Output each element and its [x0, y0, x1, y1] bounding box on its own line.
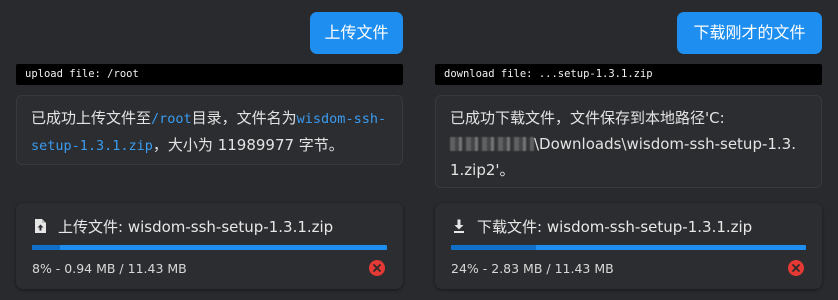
cancel-icon: [792, 264, 800, 272]
download-progress-card: 下载文件: wisdom-ssh-setup-1.3.1.zip 24% - 2…: [435, 203, 822, 289]
upload-panel: 上传文件 upload file: /root 已成功上传文件至/root目录，…: [0, 0, 410, 300]
transfer-title-text: 下载文件: wisdom-ssh-setup-1.3.1.zip: [477, 217, 753, 236]
download-panel: 下载刚才的文件 download file: ...setup-1.3.1.zi…: [419, 0, 829, 300]
download-progress-status: 24% - 2.83 MB / 11.43 MB: [451, 261, 614, 276]
upload-result-message: 已成功上传文件至/root目录，文件名为wisdom-ssh-setup-1.3…: [16, 95, 403, 165]
cancel-icon: [373, 264, 381, 272]
cancel-upload-button[interactable]: [369, 260, 385, 276]
app-root: 上传文件 upload file: /root 已成功上传文件至/root目录，…: [0, 0, 838, 300]
transfer-title: 上传文件: wisdom-ssh-setup-1.3.1.zip: [32, 215, 333, 237]
upload-progress-status: 8% - 0.94 MB / 11.43 MB: [32, 261, 187, 276]
upload-progress-card: 上传文件: wisdom-ssh-setup-1.3.1.zip 8% - 0.…: [16, 203, 403, 289]
download-icon: [451, 218, 467, 234]
message-text: 目录，文件名为: [191, 109, 297, 127]
upload-file-icon: [32, 218, 48, 234]
download-result-message: 已成功下载文件，文件保存到本地路径'C: \Downloads\wisdom-ss…: [435, 95, 822, 188]
transfer-title-text: 上传文件: wisdom-ssh-setup-1.3.1.zip: [58, 217, 334, 236]
download-progress-fill: [451, 245, 537, 250]
upload-file-button[interactable]: 上传文件: [310, 12, 403, 54]
download-progress-bar: [451, 245, 806, 250]
redacted-path: [450, 137, 534, 151]
download-file-button[interactable]: 下载刚才的文件: [677, 12, 822, 54]
transfer-title: 下载文件: wisdom-ssh-setup-1.3.1.zip: [451, 215, 752, 237]
upload-command-bar: upload file: /root: [16, 64, 403, 85]
upload-progress-bar: [32, 245, 387, 250]
cancel-download-button[interactable]: [788, 260, 804, 276]
message-text: ，大小为 11989977 字节。: [152, 136, 344, 154]
download-command-bar: download file: ...setup-1.3.1.zip: [435, 64, 822, 85]
message-text: 已成功上传文件至: [31, 109, 152, 127]
upload-progress-fill: [32, 245, 61, 250]
message-text: 已成功下载文件，文件保存到本地路径'C:: [450, 109, 725, 127]
target-directory: /root: [151, 111, 192, 127]
